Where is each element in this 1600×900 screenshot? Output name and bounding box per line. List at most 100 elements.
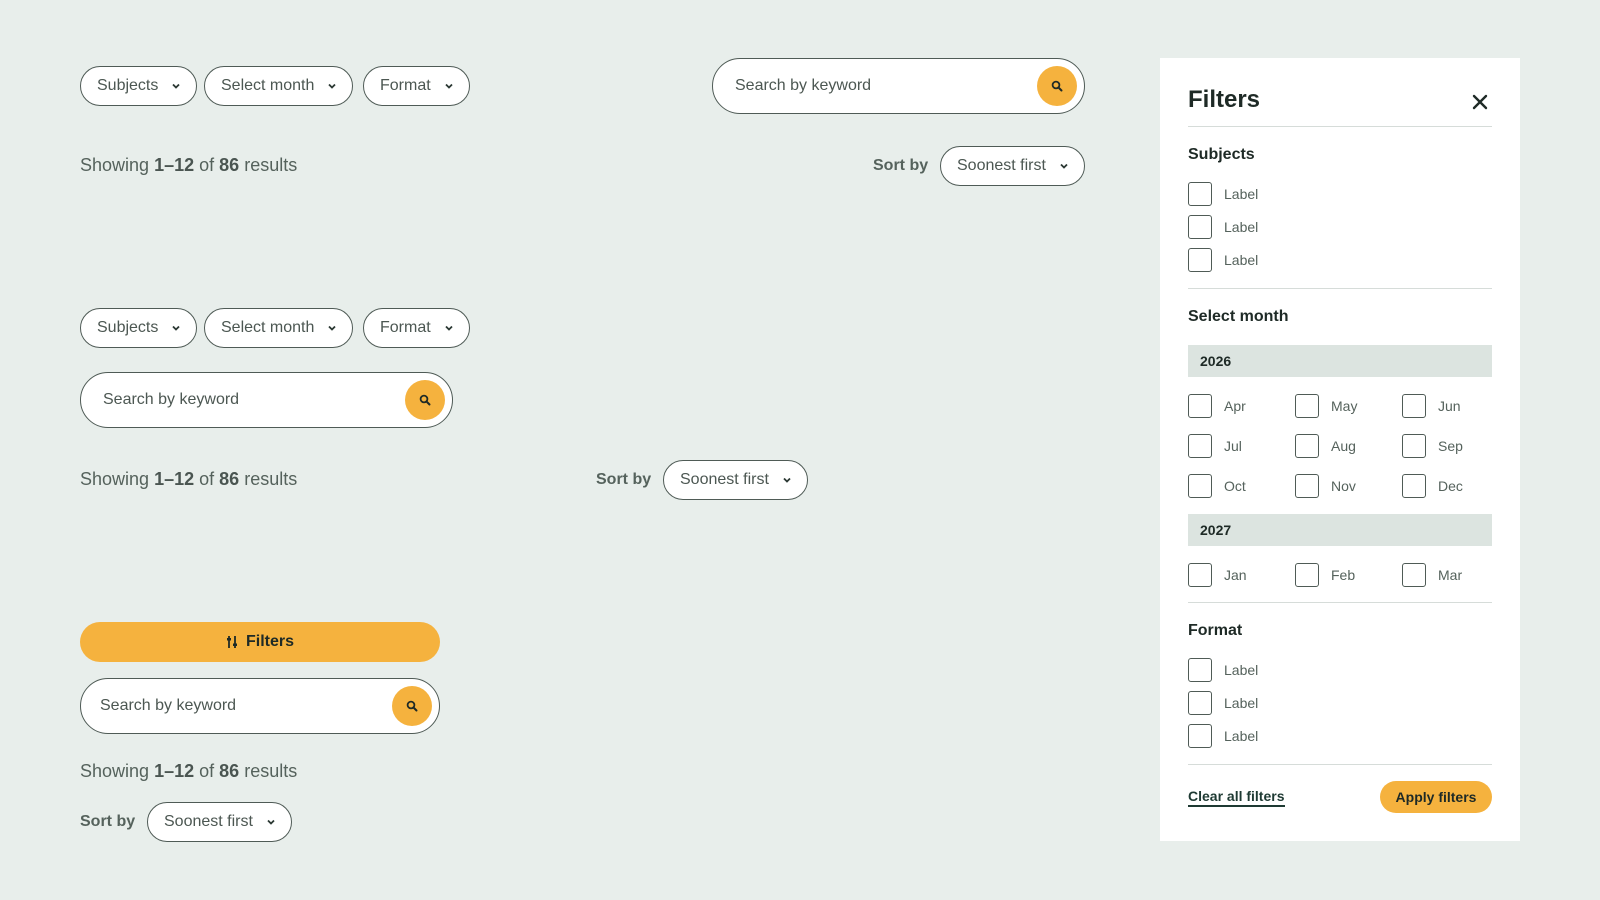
divider [1188,602,1492,603]
checkbox-box[interactable] [1295,474,1319,498]
clear-all-filters-link[interactable]: Clear all filters [1188,788,1285,807]
checkbox-box[interactable] [1188,724,1212,748]
format-heading: Format [1188,622,1243,639]
subject-checkbox[interactable]: Label [1188,248,1258,272]
search-input[interactable]: Search by keyword [713,77,1037,95]
filters-panel: Filters Subjects Label Label Label Selec… [1160,58,1520,841]
checkbox-label: Aug [1331,438,1356,454]
search-field[interactable]: Search by keyword [80,372,453,428]
checkbox-label: Oct [1224,478,1246,494]
chevron-down-icon [783,476,791,484]
checkbox-label: Apr [1224,398,1246,414]
chevron-down-icon [328,82,337,90]
divider [1188,764,1492,765]
results-count: Showing 1–12 of 86 results [80,155,298,175]
subjects-heading: Subjects [1188,146,1255,163]
apply-filters-button[interactable]: Apply filters [1380,781,1492,813]
search-icon [1051,80,1063,92]
checkbox-box[interactable] [1402,563,1426,587]
sort-label: Sort by [80,813,136,830]
sort-dropdown[interactable]: Soonest first [940,146,1085,186]
checkbox-box[interactable] [1295,434,1319,458]
checkbox-label: Jul [1224,438,1242,454]
divider [1188,288,1492,289]
subjects-dropdown[interactable]: Subjects [80,66,198,106]
format-dropdown[interactable]: Format [363,308,470,348]
chevron-down-icon [172,324,181,332]
chevron-down-icon [267,818,275,826]
checkbox-box[interactable] [1188,434,1212,458]
month-checkbox[interactable]: May [1295,394,1357,418]
search-icon [406,700,418,712]
search-button[interactable] [1037,66,1077,106]
checkbox-box[interactable] [1188,563,1212,587]
results-count: Showing 1–12 of 86 results [80,761,298,781]
subjects-dropdown-label: Subjects [97,319,159,336]
close-button[interactable] [1470,92,1490,112]
sort-dropdown[interactable]: Soonest first [147,802,292,842]
sort-dropdown[interactable]: Soonest first [663,460,808,500]
search-input[interactable]: Search by keyword [81,391,405,409]
search-input[interactable]: Search by keyword [81,697,392,715]
divider [1188,126,1492,127]
subject-checkbox[interactable]: Label [1188,182,1258,206]
checkbox-box[interactable] [1188,691,1212,715]
checkbox-box[interactable] [1295,563,1319,587]
checkbox-box[interactable] [1402,434,1426,458]
month-checkbox[interactable]: Nov [1295,474,1356,498]
search-button[interactable] [405,380,445,420]
month-checkbox[interactable]: Mar [1402,563,1462,587]
format-checkbox[interactable]: Label [1188,658,1258,682]
checkbox-box[interactable] [1402,394,1426,418]
sort-label: Sort by [873,157,929,174]
checkbox-box[interactable] [1188,658,1212,682]
format-checkbox[interactable]: Label [1188,691,1258,715]
sort-dropdown-value: Soonest first [957,157,1046,174]
checkbox-label: Label [1224,662,1259,678]
subjects-dropdown-label: Subjects [97,77,159,94]
month-checkbox[interactable]: Jun [1402,394,1461,418]
format-checkbox[interactable]: Label [1188,724,1258,748]
search-button[interactable] [392,686,432,726]
format-dropdown-label: Format [380,319,431,336]
filters-button[interactable]: Filters [80,622,440,662]
checkbox-box[interactable] [1188,394,1212,418]
month-heading: Select month [1188,308,1289,325]
month-dropdown-label: Select month [221,77,315,94]
checkbox-box[interactable] [1188,182,1212,206]
checkbox-label: Dec [1438,478,1463,494]
sliders-icon [226,636,237,648]
chevron-down-icon [328,324,337,332]
checkbox-box[interactable] [1188,215,1212,239]
sort-dropdown-value: Soonest first [680,471,769,488]
close-icon [1472,94,1488,110]
subject-checkbox[interactable]: Label [1188,215,1258,239]
checkbox-box[interactable] [1402,474,1426,498]
month-dropdown-label: Select month [221,319,315,336]
month-checkbox[interactable]: Jul [1188,434,1242,458]
month-dropdown[interactable]: Select month [204,66,354,106]
checkbox-box[interactable] [1295,394,1319,418]
month-checkbox[interactable]: Jan [1188,563,1247,587]
sort-dropdown-value: Soonest first [164,813,253,830]
checkbox-box[interactable] [1188,248,1212,272]
subjects-dropdown[interactable]: Subjects [80,308,198,348]
month-checkbox[interactable]: Aug [1295,434,1356,458]
panel-title: Filters [1188,86,1261,113]
month-dropdown[interactable]: Select month [204,308,354,348]
month-checkbox[interactable]: Sep [1402,434,1463,458]
month-checkbox[interactable]: Feb [1295,563,1355,587]
chevron-down-icon [172,82,181,90]
month-checkbox[interactable]: Dec [1402,474,1463,498]
month-checkbox[interactable]: Oct [1188,474,1246,498]
checkbox-label: Nov [1331,478,1356,494]
sort-label: Sort by [596,471,652,488]
search-field[interactable]: Search by keyword [712,58,1085,114]
search-field[interactable]: Search by keyword [80,678,440,734]
checkbox-box[interactable] [1188,474,1212,498]
checkbox-label: Feb [1331,567,1356,583]
month-checkbox[interactable]: Apr [1188,394,1246,418]
format-dropdown-label: Format [380,77,431,94]
checkbox-label: Label [1224,219,1259,235]
format-dropdown[interactable]: Format [363,66,470,106]
